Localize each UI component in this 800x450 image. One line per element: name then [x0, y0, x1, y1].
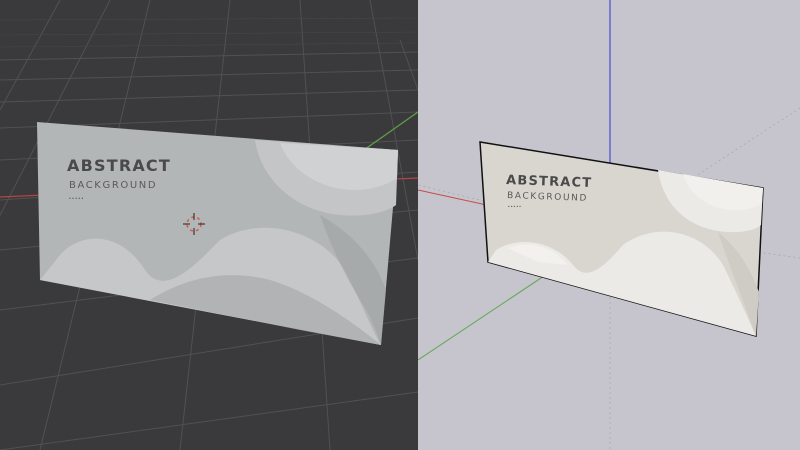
left-panel-subtitle: BACKGROUND: [69, 180, 157, 191]
left-3d-viewport[interactable]: ABSTRACT BACKGROUND • • • • •: [0, 0, 418, 450]
right-panel-dots: • • • • •: [508, 204, 521, 209]
left-panel-dots: • • • • •: [69, 196, 84, 202]
right-viewport-canvas[interactable]: ABSTRACT BACKGROUND • • • • •: [418, 0, 800, 450]
right-3d-viewport[interactable]: ABSTRACT BACKGROUND • • • • •: [418, 0, 800, 450]
left-viewport-canvas[interactable]: ABSTRACT BACKGROUND • • • • •: [0, 0, 418, 450]
right-panel-title: ABSTRACT: [506, 173, 593, 191]
left-panel-title: ABSTRACT: [67, 156, 171, 175]
